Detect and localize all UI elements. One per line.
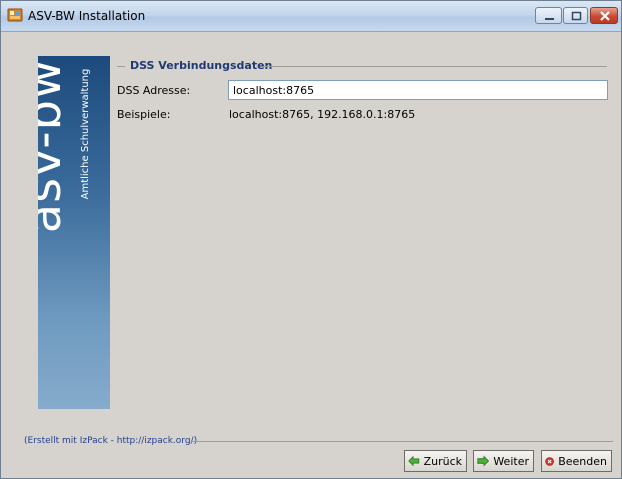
maximize-button[interactable]: [563, 7, 588, 24]
quit-button[interactable]: Beenden: [541, 450, 612, 472]
next-button-label: Weiter: [493, 454, 529, 468]
minimize-button[interactable]: [535, 7, 562, 24]
arrow-right-icon: [477, 455, 490, 467]
brand-tagline: Amtliche Schulverwaltung: [80, 68, 91, 200]
installer-window: ASV-BW Installation asv-bw Amtliche Schu…: [0, 0, 622, 479]
maximize-icon: [571, 11, 582, 21]
arrow-left-icon: [408, 455, 420, 467]
window-title: ASV-BW Installation: [28, 9, 146, 23]
back-button-label: Zurück: [423, 454, 462, 468]
title-bar[interactable]: ASV-BW Installation: [1, 1, 621, 32]
izpack-credit: (Erstellt mit IzPack - http://izpack.org…: [24, 436, 198, 446]
close-button[interactable]: [590, 7, 618, 24]
footer-divider: [191, 441, 613, 442]
section-divider-right: [263, 66, 607, 67]
close-icon: [600, 11, 610, 21]
dss-address-input[interactable]: [228, 80, 608, 100]
quit-button-label: Beenden: [558, 454, 607, 468]
brand-name: asv-bw: [38, 58, 72, 234]
section-divider-left: [117, 66, 125, 67]
next-button[interactable]: Weiter: [473, 450, 534, 472]
section-title: DSS Verbindungsdaten: [130, 59, 273, 72]
examples-label: Beispiele:: [117, 108, 171, 121]
minimize-icon: [545, 18, 554, 20]
brand-sidebar: asv-bw Amtliche Schulverwaltung: [38, 56, 110, 409]
installer-app-icon: [7, 8, 23, 22]
stop-icon: [545, 456, 554, 466]
back-button[interactable]: Zurück: [404, 450, 467, 472]
examples-value: localhost:8765, 192.168.0.1:8765: [229, 108, 416, 121]
address-label: DSS Adresse:: [117, 84, 191, 97]
